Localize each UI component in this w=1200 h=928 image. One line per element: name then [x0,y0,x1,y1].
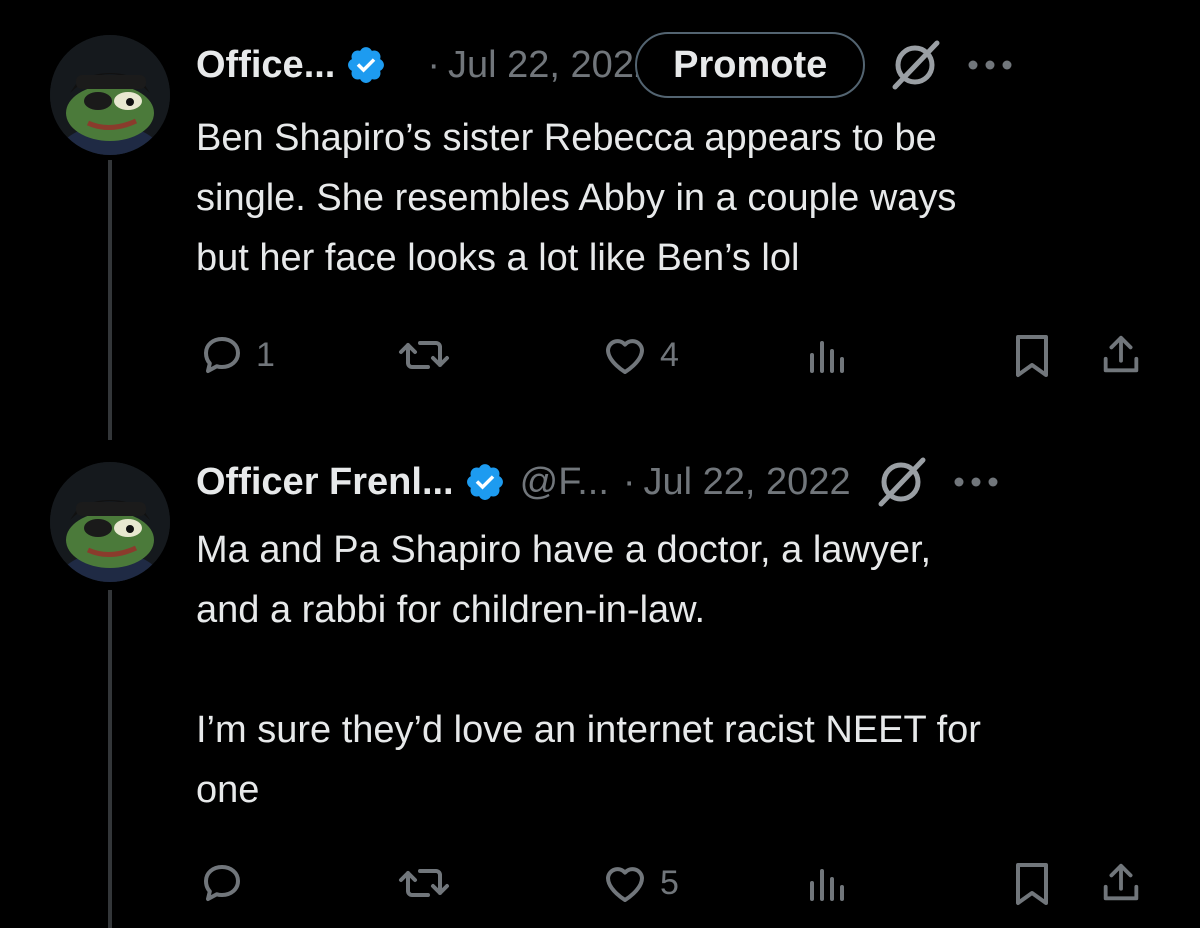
share-button[interactable] [1098,853,1144,913]
views-icon [810,869,844,901]
share-icon [1103,863,1139,901]
timestamp[interactable]: Jul 22, 2022 [644,461,851,504]
thread-line [108,160,112,440]
handle[interactable]: @F... [520,461,609,504]
action-bar: 1 4 [0,325,1200,385]
like-button[interactable]: 4 [600,325,679,385]
retweet-icon [399,341,449,369]
promote-button[interactable]: Promote [635,32,866,98]
reply-button[interactable]: 1 [198,325,275,385]
like-count: 5 [660,863,679,902]
retweet-button[interactable] [396,853,462,913]
text-line: but her face looks a lot like Ben’s lol [196,237,800,279]
like-icon [606,867,644,902]
tweet-2[interactable]: Officer Frenl... @F... · Jul 22, 2022 Ma… [0,440,1200,928]
action-bar: 5 [0,853,1200,913]
text-line: I’m sure they’d love an internet racist … [196,709,981,751]
bookmark-icon [1016,863,1048,905]
like-count: 4 [660,335,679,374]
frog-avatar-icon [50,35,170,155]
more-icon[interactable] [965,55,1015,75]
verified-badge-icon [466,464,503,500]
retweet-icon [399,869,449,897]
like-button[interactable]: 5 [600,853,679,913]
like-icon [606,339,644,374]
views-button[interactable] [806,853,860,913]
bookmark-icon [1016,335,1048,377]
views-icon [810,341,844,373]
reply-count: 1 [256,335,275,374]
timestamp[interactable]: Jul 22, 2022 [448,44,655,87]
retweet-button[interactable] [396,325,462,385]
separator: · [427,43,441,86]
share-icon [1103,335,1139,373]
reply-icon [204,337,240,373]
reply-button[interactable] [198,853,256,913]
separator: · [622,460,636,503]
tweet-header: Officer Frenl... @F... · Jul 22, 2022 [196,447,1160,517]
display-name[interactable]: Office... [196,44,335,87]
text-line: Ben Shapiro’s sister Rebecca appears to … [196,117,937,159]
verified-badge-icon [348,47,385,83]
more-icon[interactable] [951,472,1001,492]
text-line: Ma and Pa Shapiro have a doctor, a lawye… [196,529,932,571]
text-line: one [196,769,260,811]
bookmark-button[interactable] [1010,853,1054,913]
avatar[interactable] [50,462,170,582]
tweet-1[interactable]: Office... · Jul 22, 2022 Promote Ben Sha… [0,0,1200,440]
grok-icon[interactable] [873,454,929,510]
display-name[interactable]: Officer Frenl... [196,461,454,504]
tweet-text: Ma and Pa Shapiro have a doctor, a lawye… [196,520,1156,820]
views-button[interactable] [806,325,860,385]
grok-icon[interactable] [887,37,943,93]
text-line [196,640,1156,700]
tweet-text: Ben Shapiro’s sister Rebecca appears to … [196,108,1156,288]
text-line: and a rabbi for children-in-law. [196,589,706,631]
share-button[interactable] [1098,325,1144,385]
text-line: single. She resembles Abby in a couple w… [196,177,957,219]
avatar[interactable] [50,35,170,155]
frog-avatar-icon [50,462,170,582]
bookmark-button[interactable] [1010,325,1054,385]
reply-icon [204,865,240,901]
tweet-header: Office... · Jul 22, 2022 Promote [196,30,1160,100]
